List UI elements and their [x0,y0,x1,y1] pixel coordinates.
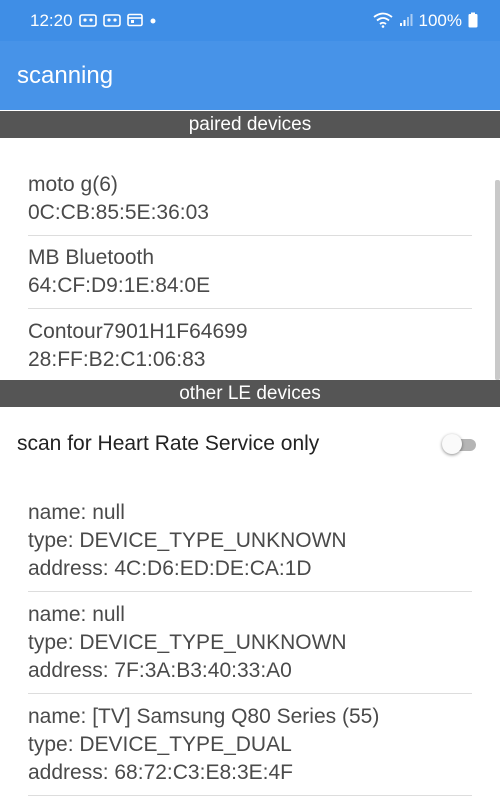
app-bar: scanning [0,41,500,110]
paired-device-item[interactable]: moto g(6) 0C:CB:85:5E:36:03 [28,163,472,236]
dot-icon [149,14,157,27]
wifi-icon [372,12,393,30]
battery-percent: 100% [418,10,462,30]
device-type: type: DEVICE_TYPE_DUAL [28,732,292,756]
page-title: scanning [17,61,114,89]
heart-rate-filter-toggle[interactable] [442,433,478,455]
paired-device-item[interactable]: Contour7901H1F64699 28:FF:B2:C1:06:83 [28,309,472,382]
device-name: moto g(6) [28,173,118,196]
toggle-thumb [442,434,462,454]
paired-device-list: moto g(6) 0C:CB:85:5E:36:03 MB Bluetooth… [0,163,500,382]
device-name: name: null [28,602,125,626]
device-type: type: DEVICE_TYPE_UNKNOWN [28,630,347,654]
battery-icon [468,12,478,30]
paired-devices-header: paired devices [0,111,500,138]
device-name: name: [TV] Samsung Q80 Series (55) [28,704,380,728]
scrollbar[interactable] [495,180,500,380]
le-devices-header: other LE devices [0,380,500,407]
status-time: 12:20 [30,10,73,30]
device-name: Contour7901H1F64699 [28,319,248,343]
status-bar: 12:20 100% [0,0,500,41]
device-address: address: 7F:3A:B3:40:33:A0 [28,658,292,682]
device-address: 64:CF:D9:1E:84:0E [28,274,211,297]
device-name: name: null [28,500,125,524]
le-device-item[interactable]: name: null type: DEVICE_TYPE_UNKNOWN add… [28,592,472,694]
notification-icon [102,13,121,29]
device-address: 28:FF:B2:C1:06:83 [28,347,206,371]
paired-device-item[interactable]: MB Bluetooth 64:CF:D9:1E:84:0E [28,236,472,309]
heart-rate-filter-label: scan for Heart Rate Service only [17,432,320,455]
status-bar-left: 12:20 [30,11,157,31]
calendar-icon [126,13,143,29]
device-address: 0C:CB:85:5E:36:03 [28,201,209,224]
signal-icon [399,13,413,29]
notification-icon [78,13,97,29]
status-bar-right: 100% [372,10,478,31]
device-address: address: 4C:D6:ED:DE:CA:1D [28,556,312,580]
device-address: address: 68:72:C3:E8:3E:4F [28,760,293,784]
heart-rate-filter-row: scan for Heart Rate Service only [0,420,500,468]
le-device-item[interactable]: name: [TV] Samsung Q80 Series (55) type:… [28,694,472,796]
device-type: type: DEVICE_TYPE_UNKNOWN [28,528,347,552]
le-device-item[interactable]: name: null type: DEVICE_TYPE_UNKNOWN add… [28,490,472,592]
device-name: MB Bluetooth [28,246,155,269]
le-device-list: name: null type: DEVICE_TYPE_UNKNOWN add… [0,490,500,796]
